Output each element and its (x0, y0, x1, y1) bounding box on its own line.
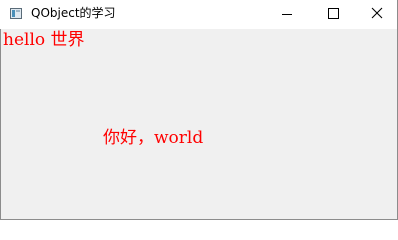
title-bar[interactable]: QObject的学习 (0, 0, 397, 29)
window-title: QObject的学习 (31, 6, 116, 20)
app-window: QObject的学习 hello 世界 你好，world (0, 0, 398, 220)
greeting-label: 你好，world (103, 128, 204, 148)
close-icon (371, 7, 383, 19)
close-button[interactable] (356, 0, 397, 29)
app-window-icon (10, 8, 22, 19)
client-area: hello 世界 你好，world (0, 29, 397, 219)
minimize-button[interactable] (264, 0, 310, 29)
maximize-icon (328, 8, 339, 19)
minimize-icon (282, 14, 292, 15)
hello-label: hello 世界 (3, 30, 85, 50)
maximize-button[interactable] (310, 0, 356, 29)
